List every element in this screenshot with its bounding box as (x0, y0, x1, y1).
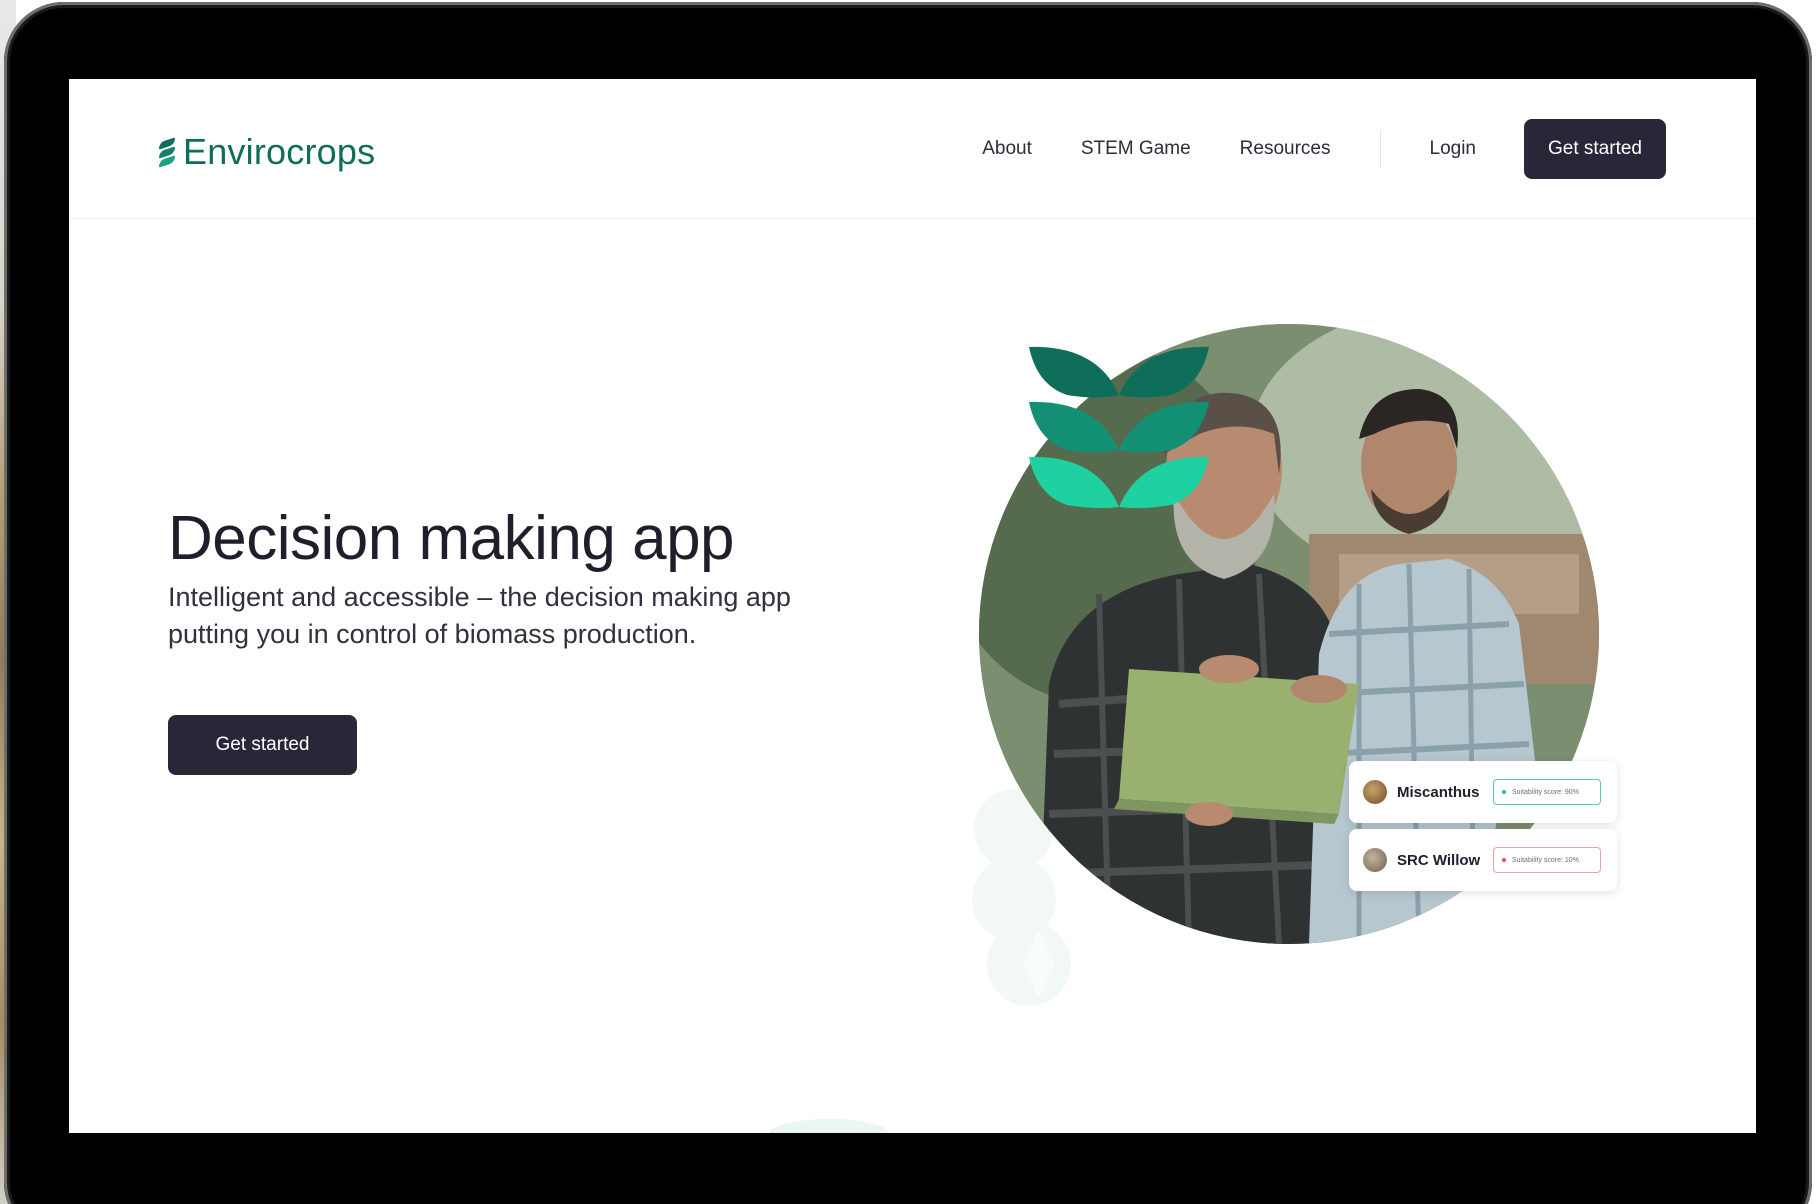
hero-subtitle: Intelligent and accessible – the decisio… (168, 582, 791, 649)
leaf-logo-icon (159, 137, 175, 168)
hero-title: Decision making app (168, 504, 735, 573)
login-link[interactable]: Login (1430, 138, 1477, 160)
screen: Envirocrops About STEM Game Resources Lo… (69, 79, 1756, 1133)
crop-card-miscanthus[interactable]: Miscanthus Suitability score: 90% (1349, 761, 1617, 823)
suitability-badge: Suitability score: 10% (1493, 847, 1601, 873)
status-dot-icon (1502, 790, 1506, 794)
suitability-score: Suitability score: 10% (1512, 856, 1579, 864)
crop-name: SRC Willow (1397, 851, 1481, 869)
nav-link-about[interactable]: About (982, 138, 1032, 160)
crop-name: Miscanthus (1397, 783, 1480, 801)
decorative-shape (769, 1119, 889, 1133)
status-dot-icon (1502, 858, 1506, 862)
nav-link-resources[interactable]: Resources (1240, 138, 1331, 160)
nav-link-stem-game[interactable]: STEM Game (1081, 138, 1191, 160)
brand-name: Envirocrops (183, 131, 376, 172)
crop-card-src-willow[interactable]: SRC Willow Suitability score: 10% (1349, 829, 1617, 891)
suitability-badge: Suitability score: 90% (1493, 779, 1601, 805)
nav-links: About STEM Game Resources Login Get star… (982, 119, 1666, 179)
tablet-frame: Envirocrops About STEM Game Resources Lo… (4, 2, 1812, 1204)
suitability-score: Suitability score: 90% (1512, 788, 1579, 796)
crop-avatar (1363, 780, 1387, 804)
nav-get-started-button[interactable]: Get started (1524, 119, 1666, 179)
hero-get-started-button[interactable]: Get started (168, 715, 357, 775)
navbar: Envirocrops About STEM Game Resources Lo… (69, 79, 1756, 219)
leaf-stack-icon (1029, 346, 1209, 509)
crop-avatar (1363, 848, 1387, 872)
nav-divider (1379, 130, 1381, 168)
logo[interactable]: Envirocrops (159, 131, 375, 173)
